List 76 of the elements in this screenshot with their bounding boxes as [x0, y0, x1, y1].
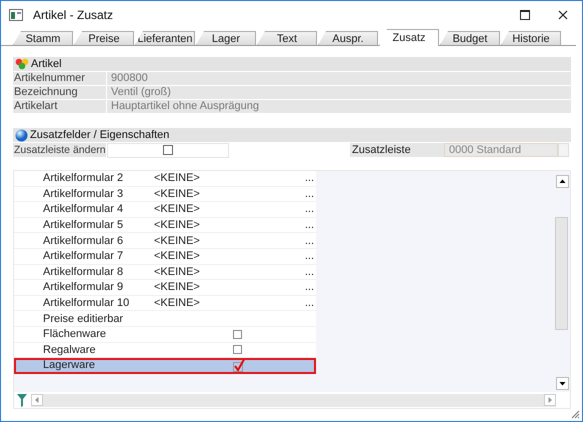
- property-value: <KEINE>: [154, 234, 201, 247]
- field-value: Hauptartikel ohne Ausprägung: [110, 100, 259, 113]
- tab[interactable]: Text: [257, 31, 317, 45]
- scrollbar-thumb[interactable]: [555, 217, 568, 330]
- close-icon[interactable]: [558, 10, 568, 20]
- property-name: Lagerware: [42, 359, 96, 372]
- property-value: <KEINE>: [154, 203, 201, 216]
- field-label: Bezeichnung: [13, 86, 107, 99]
- grid-row[interactable]: Artikelformular 10 <KEINE> ...: [14, 296, 316, 312]
- tab[interactable]: Auspr.: [318, 31, 378, 45]
- checkbox[interactable]: [233, 345, 242, 354]
- tab[interactable]: Stamm: [13, 31, 73, 45]
- globe-icon: [15, 128, 28, 142]
- field-label: Artikelnummer: [13, 72, 107, 85]
- tab[interactable]: Lieferanten: [135, 31, 195, 45]
- property-name: Artikelformular 10: [42, 297, 130, 310]
- grid-row[interactable]: Preise editierbar: [14, 311, 316, 327]
- property-value: <KEINE>: [154, 219, 201, 232]
- property-name: Regalware: [42, 344, 97, 356]
- grid-row[interactable]: Artikelformular 6 <KEINE> ...: [14, 233, 316, 249]
- ellipsis-button[interactable]: ...: [304, 188, 316, 200]
- section-title: Artikel: [31, 58, 62, 70]
- property-name: Artikelformular 2: [42, 172, 124, 184]
- filter-icon[interactable]: [17, 394, 27, 406]
- checkmark-icon[interactable]: [233, 358, 245, 372]
- property-name: Artikelformular 7: [42, 250, 124, 262]
- checkbox-field[interactable]: [107, 142, 229, 158]
- property-name: Artikelformular 4: [42, 203, 124, 216]
- property-value: <KEINE>: [154, 297, 201, 310]
- tab[interactable]: Budget: [440, 31, 500, 45]
- ellipsis-button[interactable]: ...: [304, 219, 316, 232]
- property-name: Artikelformular 9: [42, 281, 124, 294]
- tab[interactable]: Preise: [74, 31, 134, 45]
- grid-row[interactable]: Artikelformular 3 <KEINE> ...: [14, 186, 316, 202]
- grid-row[interactable]: Artikelformular 7 <KEINE> ...: [14, 248, 316, 265]
- grid-row[interactable]: Artikelformular 4 <KEINE> ...: [14, 202, 316, 218]
- ellipsis-button[interactable]: ...: [304, 281, 316, 294]
- property-name: Artikelformular 6: [42, 234, 124, 247]
- property-value: <KEINE>: [154, 266, 201, 278]
- grid-row[interactable]: Artikelformular 5 <KEINE> ...: [14, 218, 316, 234]
- field-value: Ventil (groß): [110, 86, 171, 99]
- ellipsis-button[interactable]: ...: [304, 297, 316, 310]
- property-name: Artikelformular 3: [42, 188, 124, 200]
- property-value: <KEINE>: [154, 172, 201, 184]
- property-name: Artikelformular 8: [42, 266, 124, 278]
- app-window-icon: [9, 9, 23, 21]
- ellipsis-button[interactable]: ...: [304, 250, 316, 262]
- property-name: Artikelformular 5: [42, 219, 124, 232]
- tab[interactable]: Historie: [501, 31, 561, 45]
- field-label: Zusatzleiste: [350, 143, 444, 157]
- horizontal-scrollbar[interactable]: [31, 394, 556, 406]
- grid-row[interactable]: Artikelformular 2 <KEINE> ...: [14, 171, 316, 187]
- ellipsis-button[interactable]: ...: [304, 203, 316, 216]
- property-value: <KEINE>: [154, 281, 201, 294]
- ellipsis-button[interactable]: ...: [304, 172, 316, 184]
- field-label: Zusatzleiste ändern: [13, 143, 107, 157]
- grid-row[interactable]: Lagerware: [14, 358, 316, 374]
- ellipsis-button[interactable]: ...: [304, 266, 316, 278]
- window-title: Artikel - Zusatz: [33, 8, 114, 22]
- ellipsis-button[interactable]: ...: [304, 234, 316, 247]
- checkbox[interactable]: [233, 330, 242, 339]
- grid-row[interactable]: Artikelformular 8 <KEINE> ...: [14, 264, 316, 280]
- property-name: Preise editierbar: [42, 312, 124, 325]
- tab[interactable]: Zusatz: [379, 29, 439, 46]
- checkbox[interactable]: [163, 145, 173, 155]
- field-value: 900800: [110, 72, 148, 85]
- resize-grip-icon[interactable]: [570, 409, 580, 419]
- field-label: Artikelart: [13, 100, 107, 113]
- section-title: Zusatzfelder / Eigenschaften: [30, 129, 170, 141]
- tab[interactable]: Lager: [196, 31, 256, 45]
- property-name: Flächenware: [42, 328, 107, 340]
- maximize-icon[interactable]: [520, 10, 530, 20]
- grid-row[interactable]: Artikelformular 9 <KEINE> ...: [14, 280, 316, 296]
- property-value: <KEINE>: [154, 188, 201, 200]
- property-value: <KEINE>: [154, 250, 201, 262]
- grid-row[interactable]: Flächenware: [14, 326, 316, 343]
